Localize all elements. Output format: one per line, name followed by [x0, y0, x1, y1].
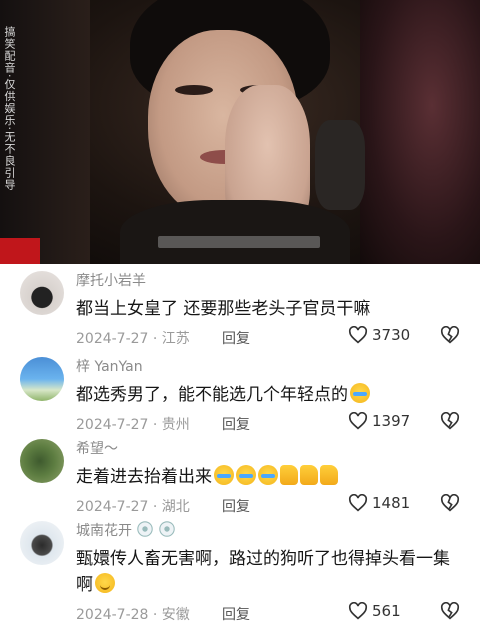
dislike-broken-heart-icon[interactable] — [440, 602, 460, 620]
video-player[interactable]: 搞笑配音·仅供娱乐·无不良引导 — [0, 0, 480, 264]
comment-username[interactable]: 梓 YanYan — [76, 356, 143, 376]
reply-button[interactable]: 回复 — [222, 496, 250, 516]
comment-date-location: 2024-7-27 · 江苏 — [76, 331, 190, 347]
like-button[interactable]: 561 — [348, 602, 401, 620]
comment-item: 城南花开 甄嬛传人畜无害啊，路过的狗听了也得掉头看一集啊 2024-7-28 ·… — [0, 514, 480, 626]
smile-emoji-icon — [95, 573, 115, 593]
comment-text-body: 都当上女皇了 还要那些老头子官员干嘛 — [76, 299, 371, 319]
video-watermark: 搞笑配音·仅供娱乐·无不良引导 — [3, 26, 16, 191]
comment-item: 摩托小岩羊 都当上女皇了 还要那些老头子官员干嘛 2024-7-27 · 江苏 … — [0, 264, 480, 350]
comment-date-location: 2024-7-28 · 安徽 — [76, 607, 190, 623]
dislike-broken-heart-icon[interactable] — [440, 412, 460, 430]
avatar[interactable] — [20, 521, 64, 565]
flower-badge-icon — [137, 521, 153, 537]
comment-item: 希望～ 走着进去抬着出来 2024-7-27 · 湖北 回复 1481 — [0, 432, 480, 516]
heart-icon — [348, 412, 368, 430]
avatar[interactable] — [20, 271, 64, 315]
crying-laughing-emoji-icon — [236, 465, 256, 485]
comment-text: 走着进去抬着出来 — [76, 464, 460, 490]
comment-text: 都当上女皇了 还要那些老头子官员干嘛 — [76, 296, 460, 322]
subtitle-bar — [158, 236, 320, 248]
heart-icon — [348, 326, 368, 344]
flower-badge-icon — [159, 521, 175, 537]
avatar[interactable] — [20, 357, 64, 401]
comment-username-text: 城南花开 — [76, 523, 132, 539]
comment-text: 甄嬛传人畜无害啊，路过的狗听了也得掉头看一集啊 — [76, 546, 460, 598]
heart-icon — [348, 494, 368, 512]
dislike-broken-heart-icon[interactable] — [440, 326, 460, 344]
comment-username[interactable]: 摩托小岩羊 — [76, 270, 146, 290]
comment-date-location: 2024-7-27 · 贵州 — [76, 417, 190, 433]
crying-laughing-emoji-icon — [258, 465, 278, 485]
crying-laughing-emoji-icon — [350, 383, 370, 403]
comment-username[interactable]: 城南花开 — [76, 520, 176, 540]
like-count: 3730 — [372, 326, 411, 344]
video-ornament — [315, 120, 365, 210]
red-corner-block — [0, 238, 40, 264]
comment-text: 都选秀男了，能不能选几个年轻点的 — [76, 382, 460, 408]
like-button[interactable]: 3730 — [348, 326, 410, 344]
comment-list: 摩托小岩羊 都当上女皇了 还要那些老头子官员干嘛 2024-7-27 · 江苏 … — [0, 264, 480, 626]
reply-button[interactable]: 回复 — [222, 328, 250, 348]
like-count: 1481 — [372, 494, 411, 512]
thumbs-up-emoji-icon — [320, 465, 338, 485]
like-count: 561 — [372, 602, 401, 620]
thumbs-up-emoji-icon — [280, 465, 298, 485]
comment-text-body: 走着进去抬着出来 — [76, 467, 212, 487]
reply-button[interactable]: 回复 — [222, 604, 250, 624]
comment-text-body: 甄嬛传人畜无害啊，路过的狗听了也得掉头看一集啊 — [76, 549, 450, 595]
video-background-right — [360, 0, 480, 264]
avatar[interactable] — [20, 439, 64, 483]
comment-item: 梓 YanYan 都选秀男了，能不能选几个年轻点的 2024-7-27 · 贵州… — [0, 350, 480, 434]
crying-laughing-emoji-icon — [214, 465, 234, 485]
comment-text-body: 都选秀男了，能不能选几个年轻点的 — [76, 385, 348, 405]
comment-date-location: 2024-7-27 · 湖北 — [76, 499, 190, 515]
thumbs-up-emoji-icon — [300, 465, 318, 485]
like-count: 1397 — [372, 412, 411, 430]
comment-username[interactable]: 希望～ — [76, 438, 118, 458]
heart-icon — [348, 602, 368, 620]
like-button[interactable]: 1397 — [348, 412, 410, 430]
reply-button[interactable]: 回复 — [222, 414, 250, 434]
like-button[interactable]: 1481 — [348, 494, 410, 512]
dislike-broken-heart-icon[interactable] — [440, 494, 460, 512]
video-still-woman — [120, 0, 350, 264]
